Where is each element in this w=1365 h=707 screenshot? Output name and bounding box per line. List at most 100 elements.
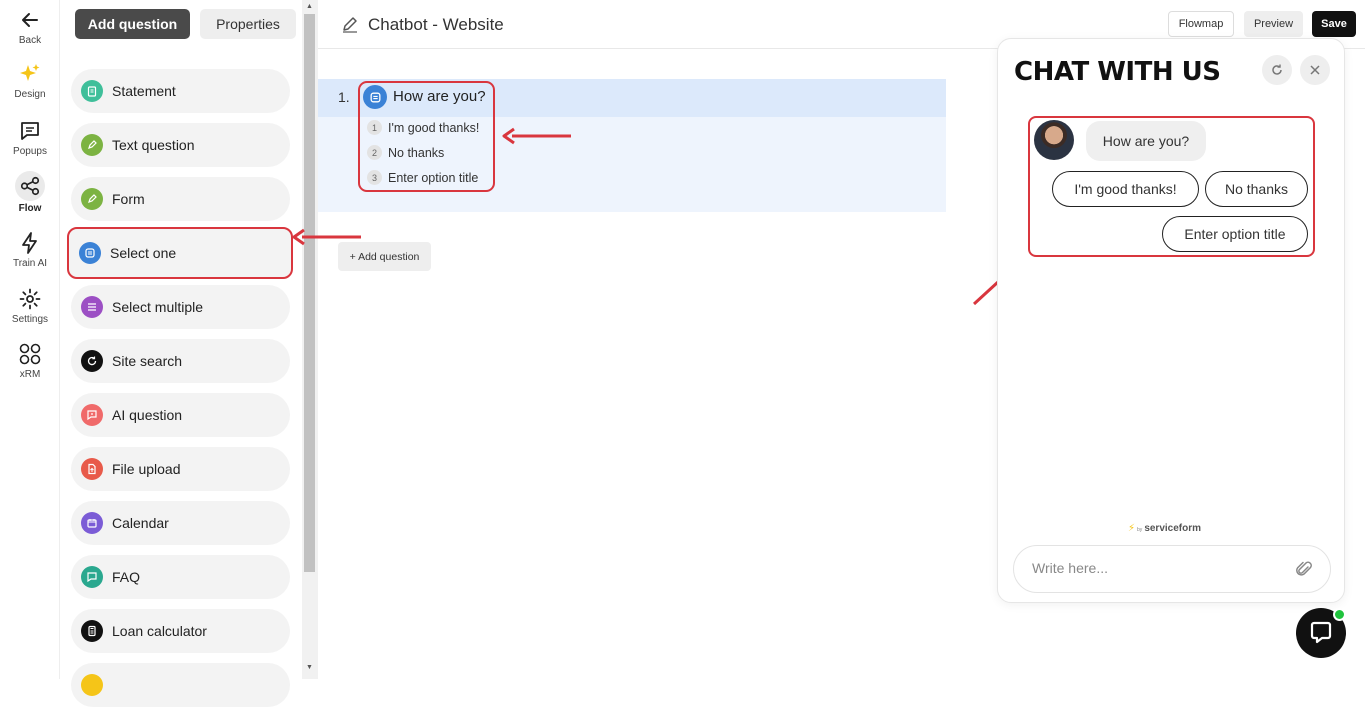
settings-label: Settings — [11, 314, 49, 325]
question-number: 1. — [338, 89, 350, 105]
option-label: No thanks — [388, 145, 445, 160]
close-icon — [1310, 65, 1320, 75]
option-label: Enter option title — [388, 170, 479, 185]
avatar — [1034, 120, 1074, 160]
annotation-arrow-icon — [292, 228, 361, 246]
question-type-label: Select one — [110, 245, 177, 261]
question-type-label: File upload — [112, 461, 181, 477]
chat-option-button[interactable]: No thanks — [1205, 171, 1308, 207]
train-ai-label: Train AI — [12, 258, 48, 269]
refresh-search-icon — [81, 350, 103, 372]
chat-bubble-icon — [1310, 621, 1332, 644]
question-type-file-upload[interactable]: File upload — [71, 447, 290, 491]
question-type-label: FAQ — [112, 569, 141, 585]
option-item[interactable]: 3 Enter option title — [367, 170, 478, 185]
partial-icon — [81, 674, 103, 696]
help-bubble-icon — [81, 566, 103, 588]
question-type-form[interactable]: Form — [71, 177, 290, 221]
chat-widget: CHAT WITH US How are you? I'm good thank… — [997, 38, 1345, 603]
select-list-icon — [363, 85, 387, 109]
rail-item-popups[interactable]: Popups — [0, 119, 60, 157]
powered-by[interactable]: ⚡ by serviceform — [1128, 523, 1201, 534]
question-type-site-search[interactable]: Site search — [71, 339, 290, 383]
list-icon — [81, 296, 103, 318]
question-type-label: Site search — [112, 353, 183, 369]
clipboard-icon — [81, 80, 103, 102]
tab-properties[interactable]: Properties — [200, 9, 296, 39]
question-type-loan-calculator[interactable]: Loan calculator — [71, 609, 290, 653]
refresh-icon — [1272, 64, 1282, 75]
question-type-label: Select multiple — [112, 299, 204, 315]
calendar-icon — [81, 512, 103, 534]
popups-label: Popups — [13, 146, 47, 157]
grid-icon — [19, 343, 41, 365]
question-type-label: Statement — [112, 83, 176, 99]
scroll-thumb[interactable] — [304, 14, 315, 572]
message-input[interactable] — [1032, 560, 1272, 576]
chat-option-button[interactable]: I'm good thanks! — [1052, 171, 1199, 207]
question-type-label: AI question — [112, 407, 183, 423]
rail-item-flow[interactable]: Flow — [0, 171, 60, 214]
rail-item-settings[interactable]: Settings — [0, 287, 60, 325]
save-button[interactable]: Save — [1312, 11, 1356, 37]
scroll-up-icon[interactable]: ▲ — [306, 3, 313, 10]
chat-bubble-icon — [81, 404, 103, 426]
bot-message-bubble: How are you? — [1086, 121, 1206, 161]
option-item[interactable]: 1 I'm good thanks! — [367, 120, 479, 135]
design-label: Design — [14, 89, 46, 100]
message-square-icon — [21, 122, 39, 140]
option-number: 3 — [367, 170, 382, 185]
option-label: I'm good thanks! — [388, 120, 480, 135]
question-type-select-multiple[interactable]: Select multiple — [71, 285, 290, 329]
option-number: 1 — [367, 120, 382, 135]
question-type-statement[interactable]: Statement — [71, 69, 290, 113]
select-list-icon — [79, 242, 101, 264]
question-type-select-one[interactable]: Select one — [67, 227, 293, 279]
back-button[interactable]: Back — [0, 8, 60, 46]
question-type-label: Form — [112, 191, 145, 207]
chat-option-button[interactable]: Enter option title — [1162, 216, 1308, 252]
question-type-faq[interactable]: FAQ — [71, 555, 290, 599]
calculator-icon — [81, 620, 103, 642]
option-number: 2 — [367, 145, 382, 160]
pencil-icon — [81, 134, 103, 156]
refresh-button[interactable] — [1262, 55, 1292, 85]
bolt-icon: ⚡ — [1128, 523, 1136, 534]
brand-name: serviceform — [1144, 523, 1202, 534]
flow-label: Flow — [18, 203, 42, 214]
close-button[interactable] — [1300, 55, 1330, 85]
question-block[interactable]: 1. How are you? 1 I'm good thanks! 2 No th… — [318, 79, 946, 212]
gear-icon — [19, 288, 41, 310]
arrow-left-icon — [22, 13, 38, 27]
annotation-arrow-icon — [502, 127, 571, 145]
rail-item-train-ai[interactable]: Train AI — [0, 231, 60, 269]
question-type-calendar[interactable]: Calendar — [71, 501, 290, 545]
option-item[interactable]: 2 No thanks — [367, 145, 444, 160]
icon-rail: Back Design Popups Flow Train AI Setting… — [0, 0, 60, 679]
question-types-panel: Add question Properties Statement Text q… — [60, 0, 318, 707]
file-upload-icon — [81, 458, 103, 480]
preview-button[interactable]: Preview — [1244, 11, 1303, 37]
back-label: Back — [18, 35, 42, 46]
lightning-icon — [22, 232, 37, 254]
question-type-ai-question[interactable]: AI question — [71, 393, 290, 437]
page-title[interactable]: Chatbot - Website — [368, 15, 504, 35]
question-type-text-question[interactable]: Text question — [71, 123, 290, 167]
question-title[interactable]: How are you? — [393, 88, 486, 105]
rail-item-xrm[interactable]: xRM — [0, 342, 60, 380]
panel-scrollbar[interactable]: ▲ ▼ — [302, 0, 318, 679]
question-type-label: Calendar — [112, 515, 169, 531]
xrm-label: xRM — [19, 369, 41, 380]
pencil-icon — [81, 188, 103, 210]
scroll-down-icon[interactable]: ▼ — [306, 664, 313, 671]
chat-title: CHAT WITH US — [1014, 57, 1221, 87]
question-type-partial[interactable] — [71, 663, 290, 707]
edit-pencil-icon[interactable] — [340, 14, 360, 34]
rail-item-design[interactable]: Design — [0, 62, 60, 100]
paperclip-icon[interactable] — [1294, 559, 1314, 579]
question-type-label: Text question — [112, 137, 195, 153]
flowmap-button[interactable]: Flowmap — [1168, 11, 1234, 37]
sparkles-icon — [20, 64, 40, 81]
tab-add-question[interactable]: Add question — [75, 9, 190, 39]
message-input-wrapper — [1013, 545, 1331, 593]
